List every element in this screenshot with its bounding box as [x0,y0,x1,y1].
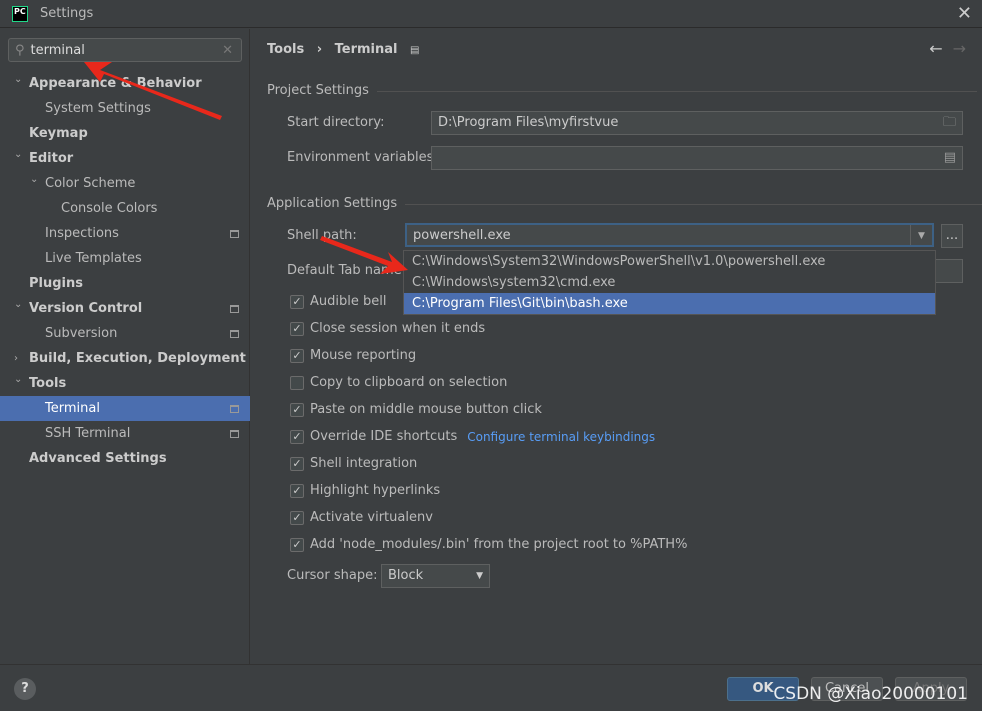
arrow-to-search [84,62,222,120]
annotation-arrows [84,62,408,274]
watermark: CSDN @Xiao20000101 [773,684,968,704]
arrow-to-dropdown [320,236,408,274]
